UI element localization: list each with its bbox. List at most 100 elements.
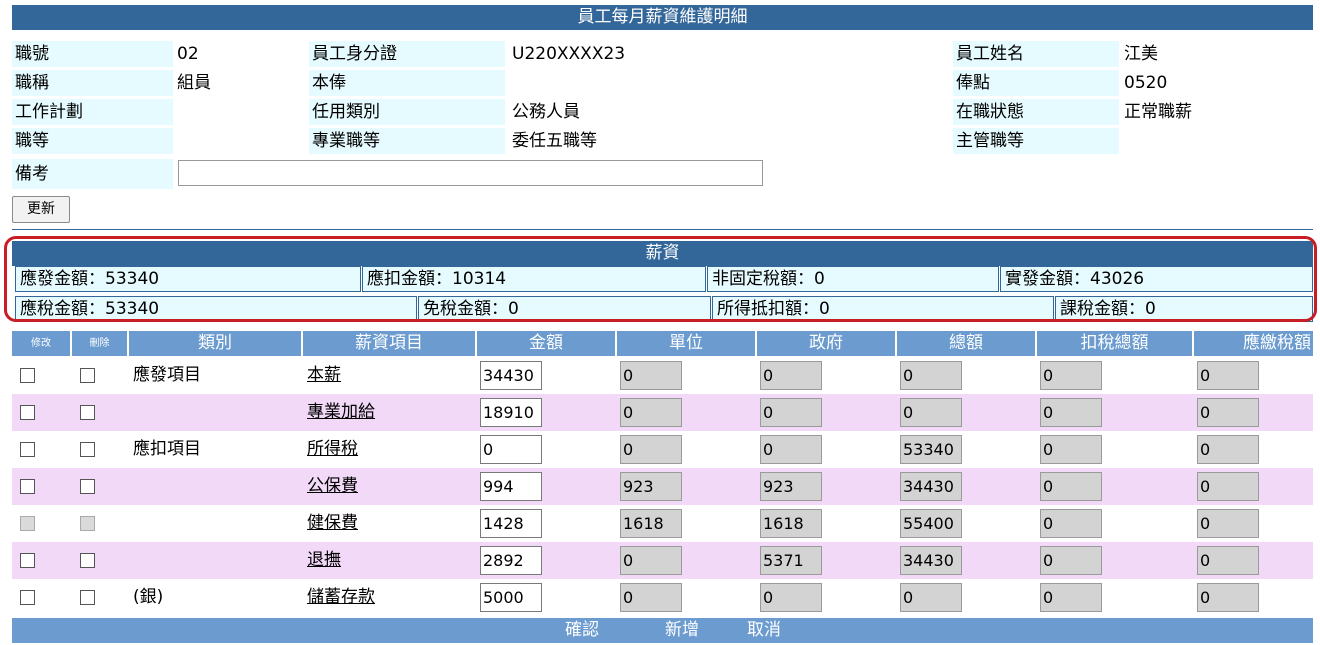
confirm-button[interactable]: 確認 <box>565 618 599 643</box>
edit-checkbox[interactable] <box>20 368 35 383</box>
delete-checkbox[interactable] <box>80 553 95 568</box>
salary-item-link[interactable]: 專業加給 <box>307 394 375 431</box>
page-title: 員工每月薪資維護明細 <box>12 5 1313 30</box>
col-header-category: 類別 <box>129 331 301 356</box>
status-value: 正常職薪 <box>1124 102 1192 122</box>
salary-item-link[interactable]: 公保費 <box>307 468 358 505</box>
amount-input[interactable]: 34430 <box>480 361 542 390</box>
gov-field: 923 <box>760 472 822 501</box>
edit-checkbox-disabled <box>20 516 35 531</box>
edit-checkbox[interactable] <box>20 442 35 457</box>
amount-input[interactable]: 0 <box>480 435 542 464</box>
edit-checkbox[interactable] <box>20 405 35 420</box>
unit-field: 0 <box>620 546 682 575</box>
unit-field: 0 <box>620 435 682 464</box>
delete-checkbox-disabled <box>80 516 95 531</box>
title-label: 職稱 <box>12 70 173 96</box>
amount-input[interactable]: 994 <box>480 472 542 501</box>
amount-input[interactable]: 18910 <box>480 398 542 427</box>
col-header-gov: 政府 <box>757 331 895 356</box>
tax-due-field: 0 <box>1197 546 1259 575</box>
tax-due-field: 0 <box>1197 361 1259 390</box>
table-row: 退撫 2892 0 5371 34430 0 0 <box>12 542 1313 579</box>
gov-field: 0 <box>760 398 822 427</box>
category-cell: (銀) <box>133 587 164 607</box>
unit-field: 0 <box>620 361 682 390</box>
prof-grade-label: 專業職等 <box>309 128 505 154</box>
total-field: 55400 <box>900 509 962 538</box>
tax-total-field: 0 <box>1040 472 1102 501</box>
total-field: 34430 <box>900 472 962 501</box>
gov-field: 0 <box>760 435 822 464</box>
name-label: 員工姓名 <box>953 41 1119 67</box>
prof-grade-value: 委任五職等 <box>512 131 597 151</box>
pay-point-label: 俸點 <box>953 70 1119 96</box>
delete-checkbox[interactable] <box>80 590 95 605</box>
name-value: 江美 <box>1124 44 1158 64</box>
tax-due-field: 0 <box>1197 472 1259 501</box>
salary-item-link[interactable]: 健保費 <box>307 505 358 542</box>
divider <box>12 229 1313 230</box>
gov-field: 0 <box>760 361 822 390</box>
update-button[interactable]: 更新 <box>12 196 70 223</box>
table-row: 專業加給 18910 0 0 0 0 0 <box>12 394 1313 431</box>
category-cell: 應扣項目 <box>133 439 201 459</box>
gov-field: 5371 <box>760 546 822 575</box>
tax-total-field: 0 <box>1040 509 1102 538</box>
unit-field: 923 <box>620 472 682 501</box>
col-header-amount: 金額 <box>477 331 615 356</box>
grade-label: 職等 <box>12 128 173 154</box>
appoint-type-label: 任用類別 <box>309 99 505 125</box>
highlight-box <box>4 236 1317 322</box>
salary-item-link[interactable]: 本薪 <box>307 357 341 394</box>
col-header-tax-total: 扣稅總額 <box>1037 331 1192 356</box>
total-field: 53340 <box>900 435 962 464</box>
delete-checkbox[interactable] <box>80 405 95 420</box>
base-pay-label: 本俸 <box>309 70 505 96</box>
tax-due-field: 0 <box>1197 398 1259 427</box>
unit-field: 0 <box>620 398 682 427</box>
edit-checkbox[interactable] <box>20 590 35 605</box>
salary-item-link[interactable]: 儲蓄存款 <box>307 579 375 616</box>
total-field: 0 <box>900 361 962 390</box>
salary-item-link[interactable]: 所得稅 <box>307 431 358 468</box>
emp-no-value: 02 <box>177 44 199 64</box>
tax-total-field: 0 <box>1040 361 1102 390</box>
tax-total-field: 0 <box>1040 398 1102 427</box>
unit-field: 0 <box>620 583 682 612</box>
id-label: 員工身分證 <box>309 41 505 67</box>
amount-input[interactable]: 1428 <box>480 509 542 538</box>
delete-checkbox[interactable] <box>80 368 95 383</box>
table-row: 應扣項目 所得稅 0 0 0 53340 0 0 <box>12 431 1313 468</box>
amount-input[interactable]: 5000 <box>480 583 542 612</box>
salary-item-link[interactable]: 退撫 <box>307 542 341 579</box>
edit-checkbox[interactable] <box>20 553 35 568</box>
tax-total-field: 0 <box>1040 435 1102 464</box>
col-header-total: 總額 <box>897 331 1035 356</box>
tax-total-field: 0 <box>1040 546 1102 575</box>
col-header-tax-due: 應繳稅額 <box>1194 331 1313 356</box>
table-row: 健保費 1428 1618 1618 55400 0 0 <box>12 505 1313 542</box>
id-value: U220XXXX23 <box>512 44 626 64</box>
appoint-type-value: 公務人員 <box>512 102 580 122</box>
remark-input[interactable] <box>178 160 763 186</box>
total-field: 0 <box>900 398 962 427</box>
amount-input[interactable]: 2892 <box>480 546 542 575</box>
total-field: 0 <box>900 583 962 612</box>
action-bar: 確認 新增 取消 <box>12 618 1313 643</box>
add-button[interactable]: 新增 <box>665 618 699 643</box>
delete-checkbox[interactable] <box>80 442 95 457</box>
tax-due-field: 0 <box>1197 509 1259 538</box>
col-header-edit: 修改 <box>12 331 70 356</box>
pay-point-value: 0520 <box>1124 73 1168 93</box>
tax-total-field: 0 <box>1040 583 1102 612</box>
col-header-delete: 刪除 <box>72 331 127 356</box>
title-value: 組員 <box>177 73 211 93</box>
remark-label: 備考 <box>12 159 173 189</box>
delete-checkbox[interactable] <box>80 479 95 494</box>
total-field: 34430 <box>900 546 962 575</box>
gov-field: 1618 <box>760 509 822 538</box>
cancel-button[interactable]: 取消 <box>747 618 781 643</box>
work-plan-label: 工作計劃 <box>12 99 173 125</box>
edit-checkbox[interactable] <box>20 479 35 494</box>
